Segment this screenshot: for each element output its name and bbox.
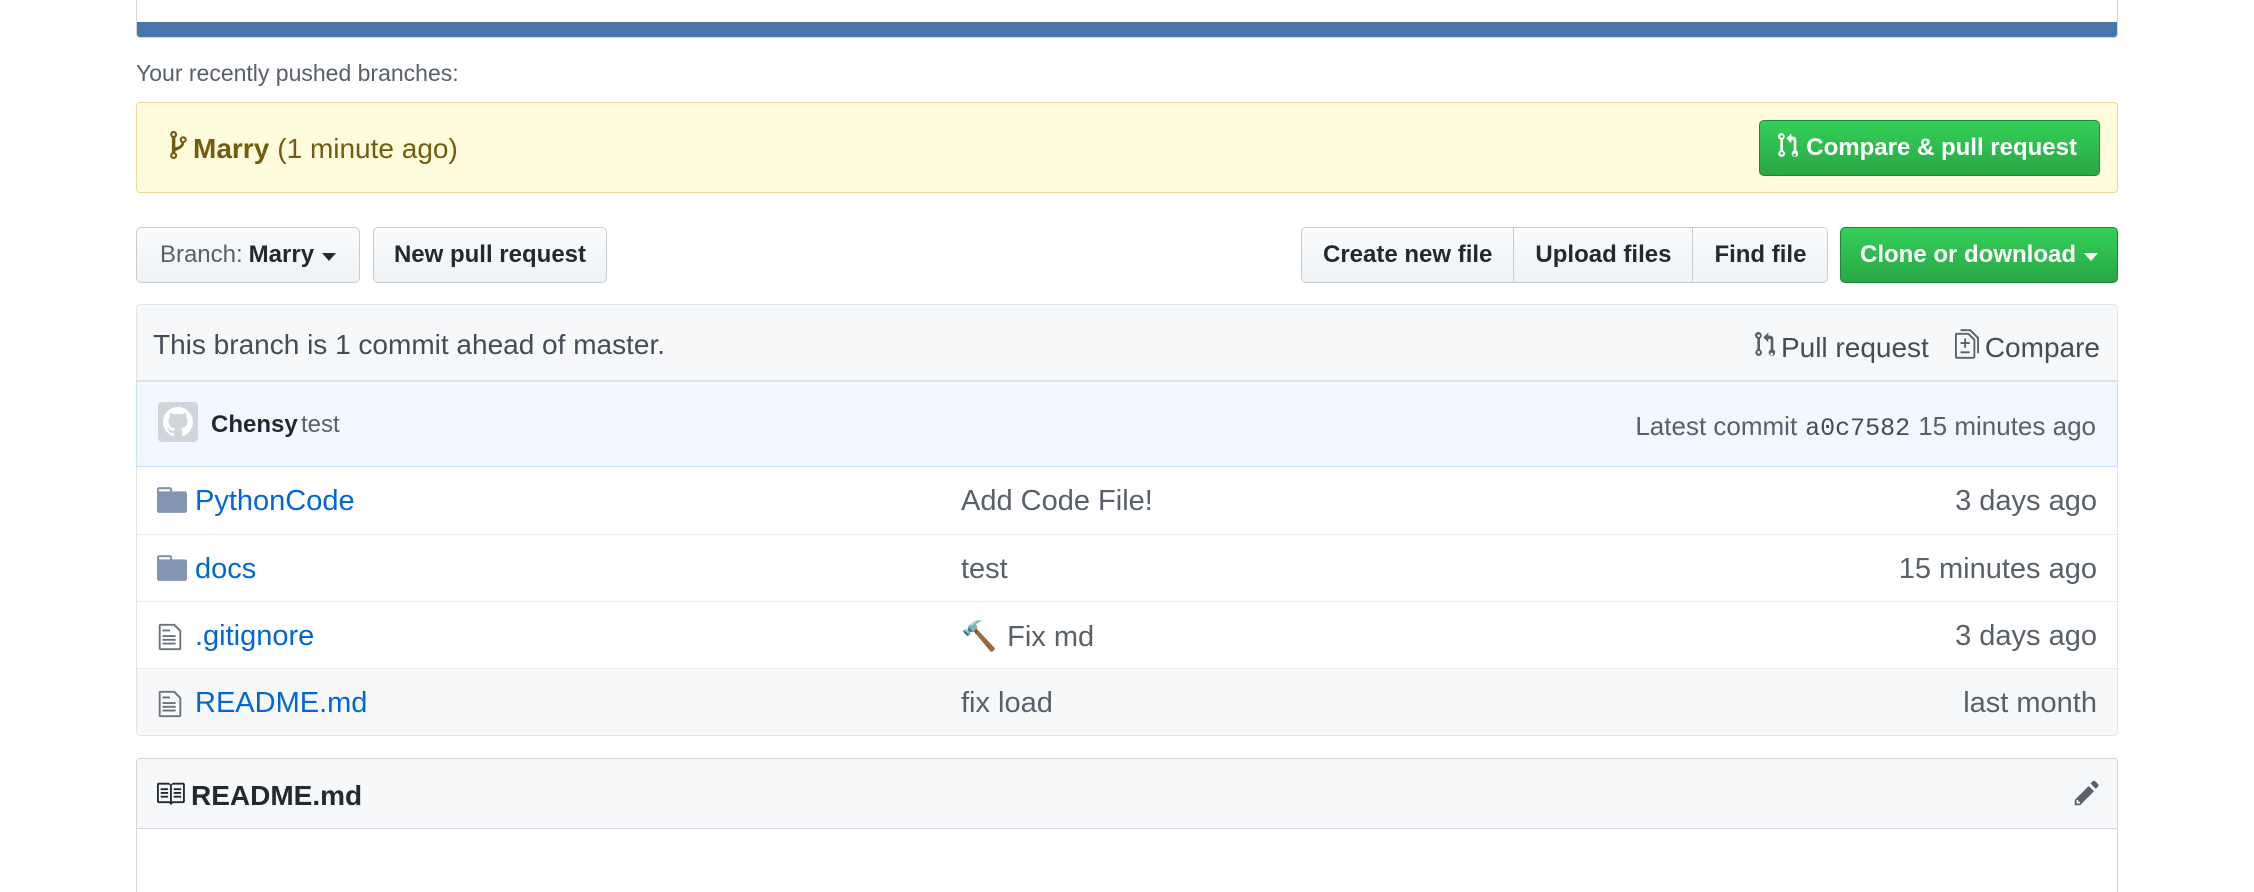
chevron-down-icon	[2084, 252, 2098, 261]
folder-icon	[157, 555, 187, 586]
latest-commit-label: Latest commit	[1635, 411, 1798, 441]
table-row: .gitignore 🔨 Fix md 3 days ago	[137, 601, 2117, 668]
repo-language-bar	[136, 0, 2118, 38]
file-age: 3 days ago	[1955, 485, 2097, 517]
branch-icon	[169, 131, 187, 166]
file-actions-group: Create new file Upload files Find file	[1301, 227, 1829, 283]
pull-request-icon	[1754, 330, 1776, 365]
file-commit-message[interactable]: 🔨 Fix md	[961, 620, 1094, 654]
avatar[interactable]	[158, 402, 198, 442]
github-mark-icon	[163, 407, 193, 437]
chevron-down-icon	[322, 252, 337, 261]
file-name-link[interactable]: docs	[195, 553, 256, 586]
readme-title: README.md	[155, 779, 362, 812]
folder-icon	[157, 487, 187, 518]
create-new-file-button[interactable]: Create new file	[1302, 228, 1515, 282]
table-row: PythonCode Add Code File! 3 days ago	[137, 467, 2117, 534]
commit-author[interactable]: Chensy	[211, 411, 298, 439]
readme-panel: README.md	[136, 758, 2118, 892]
branch-select-button[interactable]: Branch: Marry	[136, 227, 360, 283]
table-row: docs test 15 minutes ago	[137, 534, 2117, 601]
upload-files-button[interactable]: Upload files	[1514, 228, 1694, 282]
commit-message[interactable]: test	[301, 411, 340, 439]
table-row: README.md fix load last month	[137, 668, 2117, 735]
commit-time: 15 minutes ago	[1918, 411, 2096, 441]
recent-branch-time: (1 minute ago)	[277, 132, 458, 164]
compare-link[interactable]: Compare	[1954, 329, 2100, 366]
branch-select-value: Marry	[248, 241, 315, 268]
file-commit-text: Add Code File!	[961, 485, 1153, 517]
file-icon	[157, 622, 183, 657]
branch-status-bar: This branch is 1 commit ahead of master.…	[136, 304, 2118, 381]
file-commit-message[interactable]: test	[961, 553, 1008, 586]
file-commit-text: Fix md	[1007, 620, 1095, 653]
file-commit-message[interactable]: Add Code File!	[961, 485, 1153, 518]
pencil-icon[interactable]	[2073, 779, 2101, 812]
branch-status-actions: Pull request Compare	[1754, 329, 2100, 366]
file-diff-icon	[1954, 329, 1979, 366]
branch-status-message: This branch is 1 commit ahead of master.	[153, 329, 665, 360]
recent-branch-name[interactable]: Marry	[193, 133, 269, 165]
compare-label: Compare	[1984, 331, 2100, 363]
file-age: 15 minutes ago	[1898, 553, 2097, 585]
pull-request-label: Pull request	[1780, 331, 1929, 363]
readme-title-text: README.md	[191, 779, 363, 811]
file-commit-message[interactable]: fix load	[961, 687, 1053, 720]
file-name-link[interactable]: README.md	[195, 687, 367, 720]
new-pull-request-button[interactable]: New pull request	[373, 227, 607, 283]
clone-or-download-button[interactable]: Clone or download	[1840, 227, 2118, 283]
recent-branches-label: Your recently pushed branches:	[136, 60, 459, 86]
clone-or-download-label: Clone or download	[1860, 241, 2076, 268]
latest-commit-info: Latest commit a0c7582 15 minutes ago	[1635, 411, 2096, 443]
file-commit-text: fix load	[961, 687, 1053, 719]
file-icon	[157, 689, 183, 724]
recent-branch-banner: Marry (1 minute ago) Compare & pull requ…	[136, 102, 2118, 193]
branch-select-label: Branch:	[159, 241, 243, 268]
file-age: 3 days ago	[1955, 620, 2097, 652]
hammer-icon: 🔨	[961, 621, 998, 653]
find-file-button[interactable]: Find file	[1693, 228, 1828, 282]
readme-header: README.md	[137, 759, 2117, 829]
latest-commit-bar: Chensy test Latest commit a0c7582 15 min…	[136, 381, 2118, 467]
book-icon	[155, 779, 185, 812]
compare-pull-request-button[interactable]: Compare & pull request	[1759, 120, 2100, 176]
recent-branch-info: Marry (1 minute ago)	[169, 131, 458, 166]
commit-sha-link[interactable]: a0c7582	[1805, 414, 1910, 443]
file-name-link[interactable]: PythonCode	[195, 485, 355, 518]
file-list: PythonCode Add Code File! 3 days ago doc…	[136, 467, 2118, 736]
language-bar-fill	[137, 22, 2117, 37]
pull-request-icon	[1778, 131, 1799, 166]
file-commit-text: test	[961, 553, 1008, 585]
compare-pull-request-label: Compare & pull request	[1806, 134, 2077, 161]
file-name-link[interactable]: .gitignore	[195, 620, 314, 653]
pull-request-link[interactable]: Pull request	[1754, 329, 1929, 366]
file-age: last month	[1963, 687, 2097, 719]
